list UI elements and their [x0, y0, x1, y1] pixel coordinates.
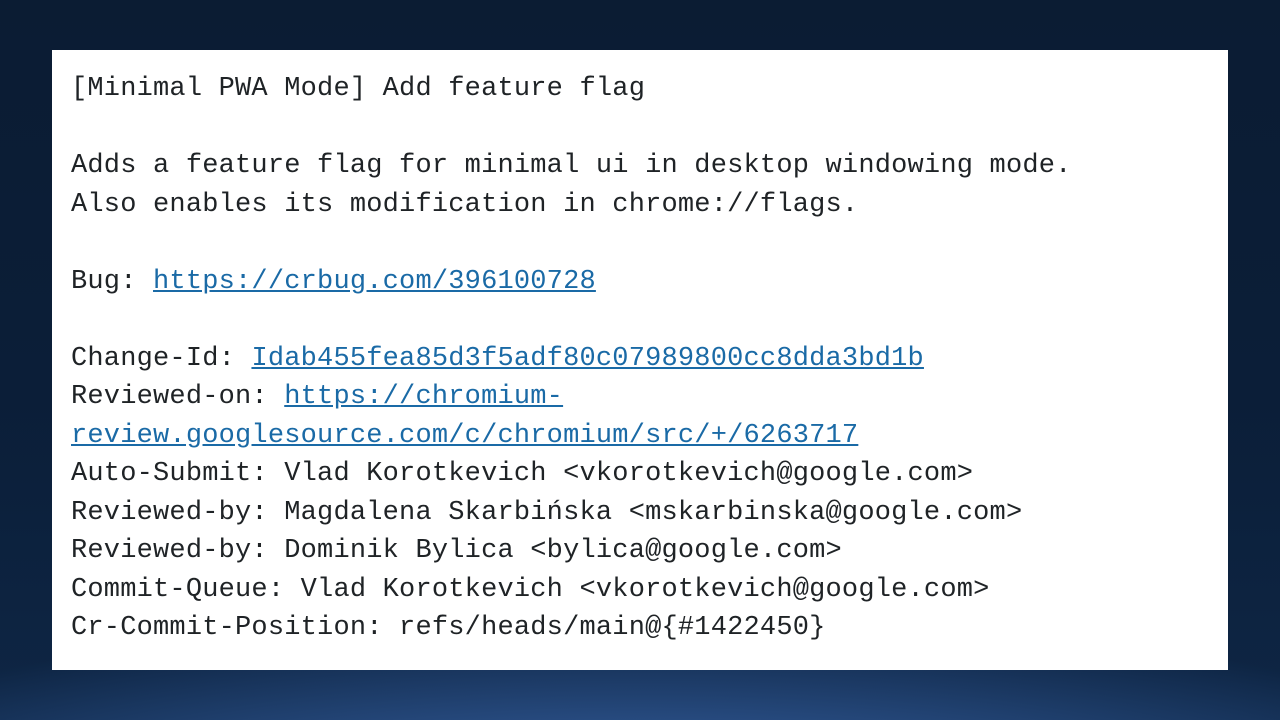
cr-commit-position-line: Cr-Commit-Position: refs/heads/main@{#14… — [71, 609, 1209, 648]
commit-queue-line: Commit-Queue: Vlad Korotkevich <vkorotke… — [71, 571, 1209, 610]
commit-body-line2: Also enables its modification in chrome:… — [71, 186, 1209, 225]
bug-link[interactable]: https://crbug.com/396100728 — [153, 267, 596, 297]
change-id-line: Change-Id: Idab455fea85d3f5adf80c0798980… — [71, 340, 1209, 379]
reviewed-by-line-2: Reviewed-by: Dominik Bylica <bylica@goog… — [71, 532, 1209, 571]
bug-line: Bug: https://crbug.com/396100728 — [71, 263, 1209, 302]
blank-line — [71, 224, 1209, 263]
commit-message-card: [Minimal PWA Mode] Add feature flag Adds… — [52, 50, 1228, 670]
change-id-link[interactable]: Idab455fea85d3f5adf80c07989800cc8dda3bd1… — [251, 344, 924, 374]
commit-body-line1: Adds a feature flag for minimal ui in de… — [71, 147, 1209, 186]
reviewed-on-line: Reviewed-on: https://chromium-review.goo… — [71, 378, 1209, 455]
blank-line — [71, 301, 1209, 340]
reviewed-by-line-1: Reviewed-by: Magdalena Skarbińska <mskar… — [71, 494, 1209, 533]
auto-submit-line: Auto-Submit: Vlad Korotkevich <vkorotkev… — [71, 455, 1209, 494]
commit-title: [Minimal PWA Mode] Add feature flag — [71, 70, 1209, 109]
change-id-label: Change-Id: — [71, 344, 251, 374]
blank-line — [71, 109, 1209, 148]
reviewed-on-label: Reviewed-on: — [71, 382, 284, 412]
bug-label: Bug: — [71, 267, 153, 297]
